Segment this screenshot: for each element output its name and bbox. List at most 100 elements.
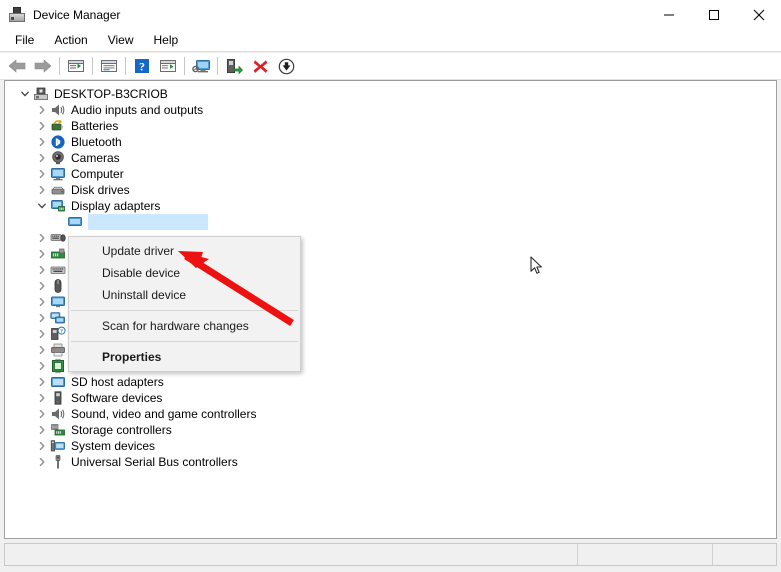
network-adapters-icon bbox=[50, 310, 66, 326]
tree-item-label: Universal Serial Bus controllers bbox=[71, 455, 238, 469]
chevron-right-icon[interactable] bbox=[34, 118, 50, 134]
tree-item-label: Storage controllers bbox=[71, 423, 172, 437]
tree-item-label: System devices bbox=[71, 439, 156, 453]
tree-row-audio-inputs-and-outputs[interactable]: Audio inputs and outputs bbox=[5, 102, 776, 118]
close-button[interactable] bbox=[736, 0, 781, 30]
device-manager-icon bbox=[9, 7, 25, 23]
chevron-right-icon[interactable] bbox=[34, 182, 50, 198]
chevron-right-icon[interactable] bbox=[34, 374, 50, 390]
keyboard-icon bbox=[50, 262, 66, 278]
properties-button[interactable] bbox=[97, 55, 121, 78]
menu-view[interactable]: View bbox=[99, 31, 143, 50]
tree-row-software-devices[interactable]: Software devices bbox=[5, 390, 776, 406]
software-device-icon bbox=[50, 390, 66, 406]
tree-item-label: Bluetooth bbox=[71, 135, 122, 149]
tree-item-label: Computer bbox=[71, 167, 124, 181]
chevron-right-icon[interactable] bbox=[34, 278, 50, 294]
chevron-right-icon[interactable] bbox=[34, 406, 50, 422]
tree-row-root[interactable]: DESKTOP-B3CRIOB bbox=[5, 86, 776, 102]
menu-file[interactable]: File bbox=[6, 31, 43, 50]
display-adapter-child-icon bbox=[67, 214, 83, 230]
tree-row-sound-video-and-game-controllers[interactable]: Sound, video and game controllers bbox=[5, 406, 776, 422]
chevron-right-icon[interactable] bbox=[34, 262, 50, 278]
uninstall-device-button[interactable] bbox=[248, 55, 272, 78]
chevron-right-icon[interactable] bbox=[34, 358, 50, 374]
tree-row-universal-serial-bus-controllers[interactable]: Universal Serial Bus controllers bbox=[5, 454, 776, 470]
scan-for-hardware-changes-button[interactable] bbox=[189, 55, 213, 78]
menu-help[interactable]: Help bbox=[145, 31, 188, 50]
context-menu-item-properties[interactable]: Properties bbox=[69, 346, 300, 368]
chevron-right-icon[interactable] bbox=[34, 342, 50, 358]
mouse-icon bbox=[50, 278, 66, 294]
context-menu-item-scan-for-hardware-changes[interactable]: Scan for hardware changes bbox=[69, 315, 300, 337]
status-pane-2 bbox=[578, 544, 713, 565]
tree-item-label: SD host adapters bbox=[71, 375, 164, 389]
tree-row-storage-controllers[interactable]: Storage controllers bbox=[5, 422, 776, 438]
tree-row-computer[interactable]: Computer bbox=[5, 166, 776, 182]
toolbar-separator-5 bbox=[217, 57, 218, 75]
network-card-icon bbox=[50, 246, 66, 262]
menu-action[interactable]: Action bbox=[45, 31, 96, 50]
show-hide-console-tree-button[interactable] bbox=[64, 55, 88, 78]
chevron-right-icon[interactable] bbox=[34, 230, 50, 246]
forward-button[interactable] bbox=[31, 55, 55, 78]
tree-item-label: Batteries bbox=[71, 119, 119, 133]
tree-item-label: Sound, video and game controllers bbox=[71, 407, 257, 421]
battery-icon bbox=[50, 118, 66, 134]
status-bar bbox=[4, 543, 777, 566]
tree-row-bluetooth[interactable]: Bluetooth bbox=[5, 134, 776, 150]
context-menu-item-disable-device[interactable]: Disable device bbox=[69, 262, 300, 284]
chevron-right-icon[interactable] bbox=[34, 246, 50, 262]
chevron-right-icon[interactable] bbox=[34, 166, 50, 182]
chevron-right-icon[interactable] bbox=[34, 294, 50, 310]
context-menu-item-uninstall-device[interactable]: Uninstall device bbox=[69, 284, 300, 306]
toolbar: ? bbox=[0, 53, 781, 80]
other-devices-icon: ? bbox=[50, 326, 66, 342]
tree-row-cameras[interactable]: Cameras bbox=[5, 150, 776, 166]
title-bar: Device Manager bbox=[0, 0, 781, 30]
chevron-right-icon[interactable] bbox=[34, 310, 50, 326]
help-button[interactable]: ? bbox=[130, 55, 154, 78]
bluetooth-icon bbox=[50, 134, 66, 150]
tree-item-label: Disk drives bbox=[71, 183, 130, 197]
chevron-right-icon[interactable] bbox=[34, 134, 50, 150]
status-pane-1 bbox=[5, 544, 578, 565]
tree-root-label: DESKTOP-B3CRIOB bbox=[54, 87, 168, 101]
tree-item-label: Display adapters bbox=[71, 199, 161, 213]
toolbar-separator-2 bbox=[92, 57, 93, 75]
context-menu[interactable]: Update driver Disable device Uninstall d… bbox=[68, 236, 301, 372]
toolbar-separator-3 bbox=[125, 57, 126, 75]
tree-row-batteries[interactable]: Batteries bbox=[5, 118, 776, 134]
tree-row-sd-host-adapters[interactable]: SD host adapters bbox=[5, 374, 776, 390]
display-adapter-icon bbox=[50, 198, 66, 214]
computer-root-icon bbox=[33, 86, 49, 102]
tree-row-system-devices[interactable]: System devices bbox=[5, 438, 776, 454]
context-menu-item-update-driver[interactable]: Update driver bbox=[69, 240, 300, 262]
chevron-down-icon[interactable] bbox=[17, 86, 33, 102]
chevron-right-icon[interactable] bbox=[34, 390, 50, 406]
human-interface-devices-icon bbox=[50, 230, 66, 246]
processor-icon bbox=[50, 358, 66, 374]
show-hide-action-pane-button[interactable] bbox=[156, 55, 180, 78]
tree-item-label bbox=[88, 214, 208, 230]
tree-item-label: Software devices bbox=[71, 391, 163, 405]
chevron-right-icon[interactable] bbox=[34, 150, 50, 166]
update-driver-button[interactable] bbox=[222, 55, 246, 78]
chevron-right-icon[interactable] bbox=[34, 102, 50, 118]
monitor-icon bbox=[50, 166, 66, 182]
minimize-button[interactable] bbox=[646, 0, 691, 30]
disable-device-button[interactable] bbox=[274, 55, 298, 78]
chevron-right-icon[interactable] bbox=[34, 438, 50, 454]
back-button[interactable] bbox=[5, 55, 29, 78]
maximize-button[interactable] bbox=[691, 0, 736, 30]
tree-row-display-adapters[interactable]: Display adapters bbox=[5, 198, 776, 214]
disk-drive-icon bbox=[50, 182, 66, 198]
chevron-right-icon[interactable] bbox=[34, 326, 50, 342]
chevron-down-icon[interactable] bbox=[34, 198, 50, 214]
tree-row-display-adapter-device[interactable] bbox=[5, 214, 776, 230]
printer-icon bbox=[50, 342, 66, 358]
tree-row-disk-drives[interactable]: Disk drives bbox=[5, 182, 776, 198]
chevron-right-icon[interactable] bbox=[34, 454, 50, 470]
chevron-right-icon[interactable] bbox=[34, 422, 50, 438]
tree-item-label: Cameras bbox=[71, 151, 120, 165]
